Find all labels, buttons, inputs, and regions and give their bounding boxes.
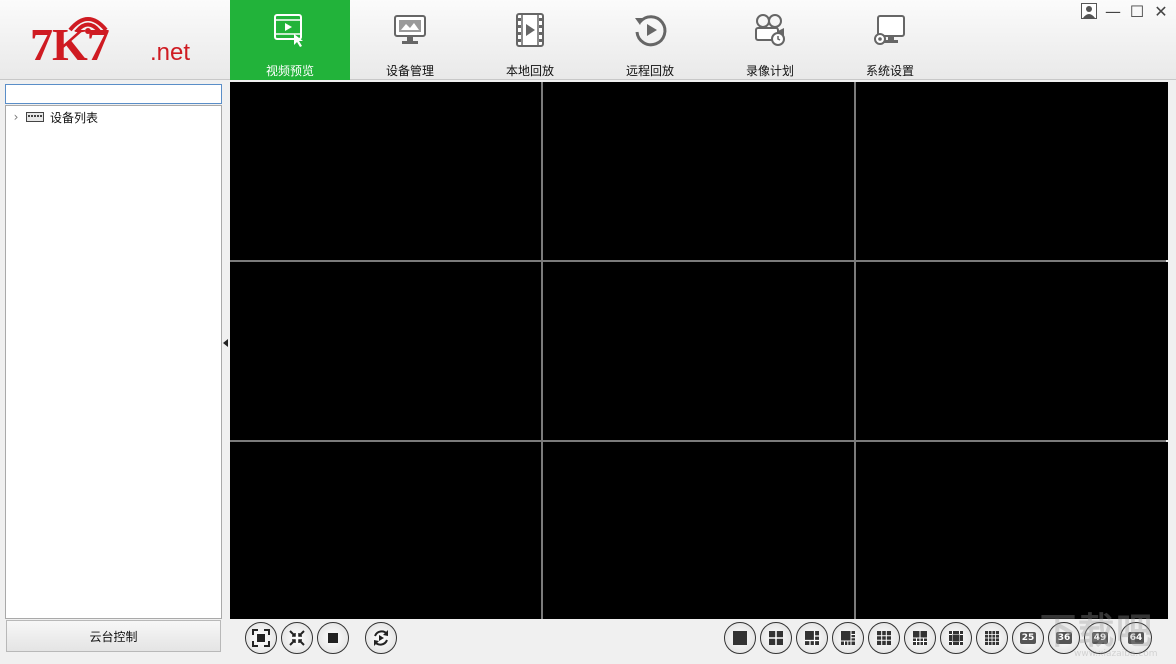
video-cell[interactable] [230, 262, 541, 440]
maximize-button[interactable]: ☐ [1128, 2, 1146, 21]
exit-fullscreen-icon [289, 630, 305, 646]
system-settings-icon [874, 15, 905, 45]
layout-16-icon [985, 631, 999, 645]
sidebar: › 设备列表 云台控制 [0, 81, 226, 664]
stop-all-button[interactable] [317, 622, 349, 654]
exit-fullscreen-button[interactable] [281, 622, 313, 654]
nav-video-preview[interactable]: 视频预览 [230, 0, 350, 80]
nav-local-playback[interactable]: 本地回放 [470, 0, 590, 80]
video-preview-icon [274, 14, 303, 47]
layout-64-button[interactable]: 64 [1120, 622, 1152, 654]
cycle-icon [374, 630, 388, 646]
layout-16-button[interactable] [976, 622, 1008, 654]
layout-9-icon [877, 631, 891, 645]
nav-label: 系统设置 [865, 64, 914, 78]
layout-36-button[interactable]: 36 [1048, 622, 1080, 654]
nav-label: 录像计划 [745, 64, 794, 78]
cycle-button[interactable] [365, 622, 397, 654]
device-tree: › 设备列表 [5, 105, 222, 619]
layout-64-label: 64 [1127, 632, 1145, 644]
video-cell[interactable] [230, 442, 541, 619]
main-nav: 视频预览 设备管理 本地回放 远程回放 录像计划 系统设置 [230, 0, 950, 80]
layout-25-button[interactable]: 25 [1012, 622, 1044, 654]
device-search-input[interactable] [5, 84, 222, 104]
nav-remote-playback[interactable]: 远程回放 [590, 0, 710, 80]
stop-all-icon [328, 633, 338, 643]
layout-1-icon [733, 631, 747, 645]
close-button[interactable]: ✕ [1152, 2, 1170, 21]
nav-device-management[interactable]: 设备管理 [350, 0, 470, 80]
dvr-device-icon [26, 112, 44, 122]
layout-8-button[interactable] [832, 622, 864, 654]
video-cell[interactable] [543, 442, 854, 619]
minimize-button[interactable]: — [1104, 2, 1122, 21]
nav-system-settings[interactable]: 系统设置 [830, 0, 950, 80]
layout-4-icon [769, 631, 783, 645]
video-cell[interactable] [856, 262, 1168, 440]
tree-item-device-list[interactable]: › 设备列表 [6, 108, 98, 126]
app-header: 7K7 .net 视频预览 设备管理 本地回放 远程回放 录像计划 系统设置 —… [0, 0, 1176, 80]
video-cell[interactable] [230, 82, 541, 260]
layout-13-button[interactable] [940, 622, 972, 654]
layout-6-icon [805, 631, 819, 645]
layout-49-button[interactable]: 49 [1084, 622, 1116, 654]
nav-label: 设备管理 [385, 64, 434, 78]
fullscreen-button[interactable] [245, 622, 277, 654]
nav-label: 视频预览 [265, 64, 314, 78]
layout-1-button[interactable] [724, 622, 756, 654]
local-playback-icon [516, 13, 544, 47]
video-cell[interactable] [856, 442, 1168, 619]
remote-playback-icon [635, 15, 667, 47]
video-cell[interactable] [543, 262, 854, 440]
user-icon[interactable] [1080, 2, 1098, 20]
nav-label: 本地回放 [505, 64, 554, 78]
logo-suffix-text: .net [150, 39, 191, 66]
fullscreen-icon [252, 629, 270, 647]
video-grid [230, 82, 1168, 619]
layout-8-icon [841, 631, 855, 645]
layout-49-label: 49 [1091, 632, 1109, 644]
bottom-toolbar: 25 36 49 64 [230, 619, 1176, 664]
layout-9-button[interactable] [868, 622, 900, 654]
layout-10-button[interactable] [904, 622, 936, 654]
record-plan-icon [755, 14, 785, 46]
video-cell[interactable] [856, 82, 1168, 260]
nav-record-plan[interactable]: 录像计划 [710, 0, 830, 80]
sidebar-collapse-handle[interactable] [223, 339, 228, 347]
logo-main-text: 7K7 [30, 19, 110, 70]
layout-6-button[interactable] [796, 622, 828, 654]
nav-label: 远程回放 [625, 64, 674, 78]
layout-10-icon [913, 631, 927, 645]
tree-item-label: 设备列表 [50, 110, 99, 125]
ptz-control-button[interactable]: 云台控制 [6, 620, 221, 652]
window-controls: — ☐ ✕ [1080, 2, 1170, 21]
layout-4-button[interactable] [760, 622, 792, 654]
chevron-right-icon[interactable]: › [6, 110, 26, 124]
layout-36-label: 36 [1055, 632, 1073, 644]
layout-25-label: 25 [1019, 632, 1037, 644]
logo: 7K7 .net [0, 0, 230, 80]
device-manage-icon [394, 15, 426, 44]
video-cell[interactable] [543, 82, 854, 260]
layout-13-icon [949, 631, 963, 645]
